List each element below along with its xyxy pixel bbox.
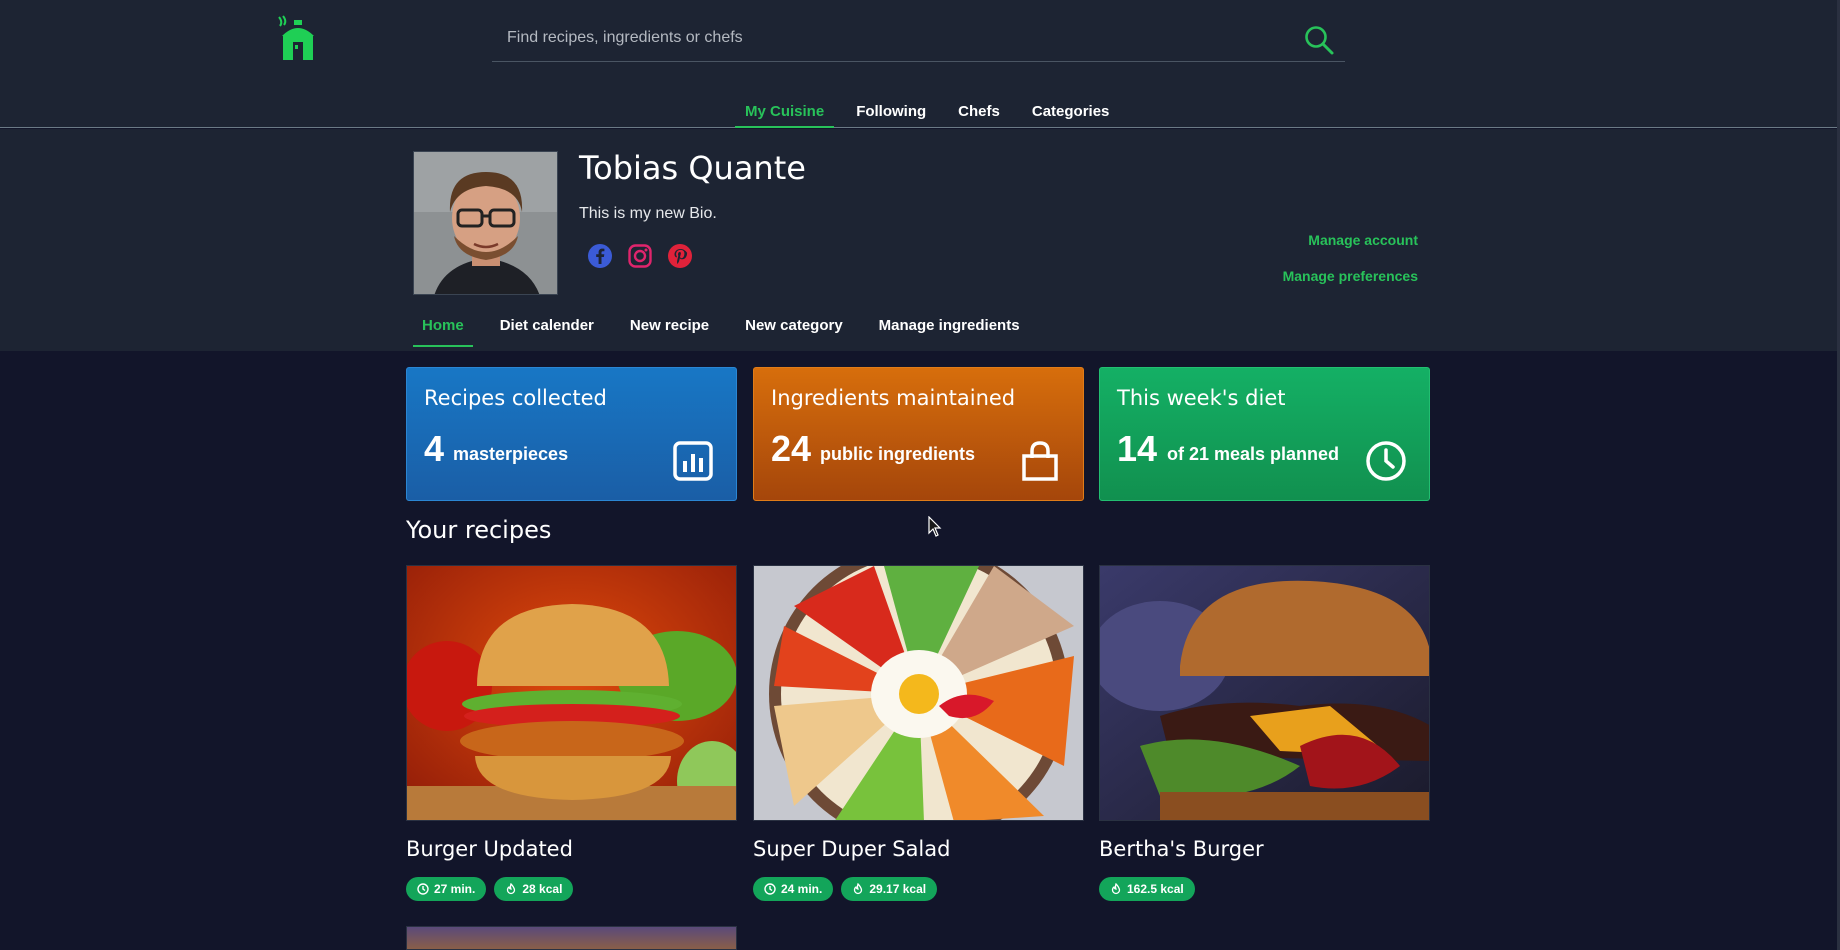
kcal-value: 162.5 kcal <box>1127 882 1184 896</box>
recipe-badges: 27 min. 28 kcal <box>406 877 737 901</box>
stat-unit: public ingredients <box>820 444 976 464</box>
pinterest-icon[interactable] <box>667 243 693 269</box>
recipe-card[interactable]: Bertha's Burger 162.5 kcal <box>1099 565 1430 901</box>
profile-section: Tobias Quante This is my new Bio. Manage… <box>0 129 1840 351</box>
subnav-diet-calender[interactable]: Diet calender <box>491 309 603 347</box>
profile-subnav: Home Diet calender New recipe New catego… <box>413 309 1047 347</box>
time-value: 27 min. <box>434 882 476 896</box>
top-header: My Cuisine Following Chefs Categories <box>0 0 1840 128</box>
shopping-bag-icon <box>1019 440 1061 482</box>
nav-categories[interactable]: Categories <box>1022 96 1120 128</box>
stat-unit: masterpieces <box>453 444 569 464</box>
kcal-badge: 29.17 kcal <box>841 877 938 901</box>
kcal-value: 29.17 kcal <box>869 882 927 896</box>
stat-card-diet: This week's diet 14 of 21 meals planned <box>1099 367 1430 501</box>
recipe-image[interactable] <box>753 565 1084 821</box>
stat-title: Recipes collected <box>424 386 607 410</box>
recipe-card-partial[interactable] <box>406 926 737 950</box>
app-logo[interactable] <box>276 14 320 62</box>
kcal-badge: 162.5 kcal <box>1099 877 1195 901</box>
mouse-cursor-icon <box>928 516 942 537</box>
subnav-home[interactable]: Home <box>413 309 473 347</box>
your-recipes-heading: Your recipes <box>406 516 552 544</box>
time-badge: 27 min. <box>406 877 487 901</box>
nav-following[interactable]: Following <box>846 96 936 128</box>
recipe-image[interactable] <box>406 565 737 821</box>
search-bar <box>492 18 1345 62</box>
stat-title: This week's diet <box>1117 386 1286 410</box>
clock-icon <box>417 883 429 895</box>
instagram-icon[interactable] <box>627 243 653 269</box>
kcal-badge: 28 kcal <box>494 877 574 901</box>
flame-icon <box>1111 883 1121 895</box>
subnav-manage-ingredients[interactable]: Manage ingredients <box>870 309 1029 347</box>
nav-chefs[interactable]: Chefs <box>948 96 1010 128</box>
social-links <box>587 243 693 269</box>
clock-icon <box>764 883 776 895</box>
recipe-card[interactable]: Burger Updated 27 min. 28 kcal <box>406 565 737 901</box>
flame-icon <box>854 883 863 895</box>
main-navigation: My Cuisine Following Chefs Categories <box>735 96 1131 128</box>
profile-bio: This is my new Bio. <box>579 205 717 222</box>
bar-chart-icon <box>672 440 714 482</box>
recipe-image[interactable] <box>1099 565 1430 821</box>
recipe-title[interactable]: Bertha's Burger <box>1099 837 1430 861</box>
stat-value: 14 <box>1117 428 1158 469</box>
manage-account-link[interactable]: Manage account <box>1308 232 1418 248</box>
stat-card-recipes: Recipes collected 4 masterpieces <box>406 367 737 501</box>
subnav-new-recipe[interactable]: New recipe <box>621 309 718 347</box>
recipe-badges: 24 min. 29.17 kcal <box>753 877 1084 901</box>
stat-value: 4 <box>424 428 445 469</box>
facebook-icon[interactable] <box>587 243 613 269</box>
search-icon[interactable] <box>1303 24 1335 56</box>
stat-title: Ingredients maintained <box>771 386 1016 410</box>
recipe-badges: 162.5 kcal <box>1099 877 1430 901</box>
stat-value: 24 <box>771 428 812 469</box>
kcal-value: 28 kcal <box>522 882 563 896</box>
avatar <box>413 151 558 295</box>
recipe-title[interactable]: Burger Updated <box>406 837 737 861</box>
clock-icon <box>1365 440 1407 482</box>
recipe-card[interactable]: Super Duper Salad 24 min. 29.17 kcal <box>753 565 1084 901</box>
recipe-title[interactable]: Super Duper Salad <box>753 837 1084 861</box>
flame-icon <box>507 883 516 895</box>
nav-my-cuisine[interactable]: My Cuisine <box>735 96 835 128</box>
time-value: 24 min. <box>781 882 823 896</box>
stat-unit: of 21 meals planned <box>1167 444 1340 464</box>
profile-name: Tobias Quante <box>579 149 806 187</box>
subnav-new-category[interactable]: New category <box>736 309 852 347</box>
stat-card-ingredients: Ingredients maintained 24 public ingredi… <box>753 367 1084 501</box>
manage-preferences-link[interactable]: Manage preferences <box>1283 268 1418 284</box>
search-input[interactable] <box>492 18 1282 58</box>
time-badge: 24 min. <box>753 877 834 901</box>
